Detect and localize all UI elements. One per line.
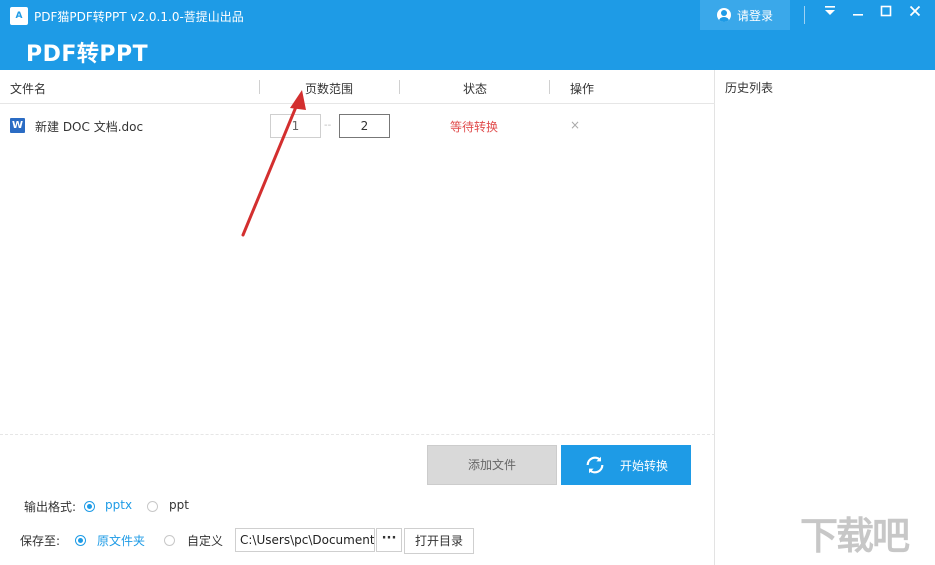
save-custom-label[interactable]: 自定义 [187,532,223,549]
close-icon[interactable] [903,2,927,24]
maximize-icon[interactable] [874,2,898,24]
dropdown-icon[interactable] [818,2,842,24]
range-dash: -- [324,120,332,131]
history-title: 历史列表 [725,81,774,95]
save-original-radio[interactable] [75,535,86,546]
format-ppt-radio[interactable] [147,501,158,512]
user-icon [716,8,731,22]
watermark-logo: 下载吧 [800,514,910,558]
titlebar-divider [804,6,805,24]
column-divider [259,80,260,94]
save-original-label[interactable]: 原文件夹 [97,532,145,549]
column-header-page-range: 页数范围 [305,82,354,96]
column-header-status: 状态 [463,82,488,96]
login-label: 请登录 [736,8,773,23]
start-convert-label: 开始转换 [619,458,668,473]
title-bar: A PDF猫PDF转PPT v2.0.1.0-菩提山出品 PDF转PPT 请登录 [0,0,935,70]
page-to-input[interactable]: 2 [339,114,390,138]
table-row[interactable]: W 新建 DOC 文档.doc 1 -- 2 等待转换 × [0,110,715,140]
column-header-action: 操作 [570,82,595,96]
add-file-button[interactable]: 添加文件 [427,445,557,485]
save-to-label: 保存至: [20,534,61,548]
status-text: 等待转换 [450,120,499,134]
format-pptx-radio[interactable] [84,501,95,512]
divider [0,434,715,435]
open-directory-button[interactable]: 打开目录 [404,528,474,554]
app-heading: PDF转PPT [26,42,149,67]
file-name: 新建 DOC 文档.doc [35,120,144,134]
column-divider [549,80,550,94]
refresh-icon [586,456,604,474]
table-header: 文件名 页数范围 状态 操作 [0,70,715,104]
minimize-icon[interactable] [846,2,870,24]
delete-icon[interactable]: × [570,118,580,132]
column-divider [399,80,400,94]
output-format-label: 输出格式: [24,500,77,514]
format-pptx-label[interactable]: pptx [105,498,132,512]
window-title: PDF猫PDF转PPT v2.0.1.0-菩提山出品 [34,10,244,24]
save-path-input[interactable]: C:\Users\pc\Document [235,528,375,552]
page-from-input[interactable]: 1 [270,114,321,138]
login-button[interactable]: 请登录 [700,0,790,30]
app-logo-icon: A [10,7,28,25]
history-sidebar: 历史列表 [716,70,935,565]
word-file-icon: W [10,118,25,133]
browse-button[interactable]: ··· [376,528,402,552]
save-custom-radio[interactable] [164,535,175,546]
start-convert-button[interactable]: 开始转换 [561,445,691,485]
format-ppt-label[interactable]: ppt [169,498,189,512]
column-header-filename: 文件名 [10,82,47,96]
file-list-panel: 文件名 页数范围 状态 操作 W 新建 DOC 文档.doc 1 -- 2 等待… [0,70,715,565]
